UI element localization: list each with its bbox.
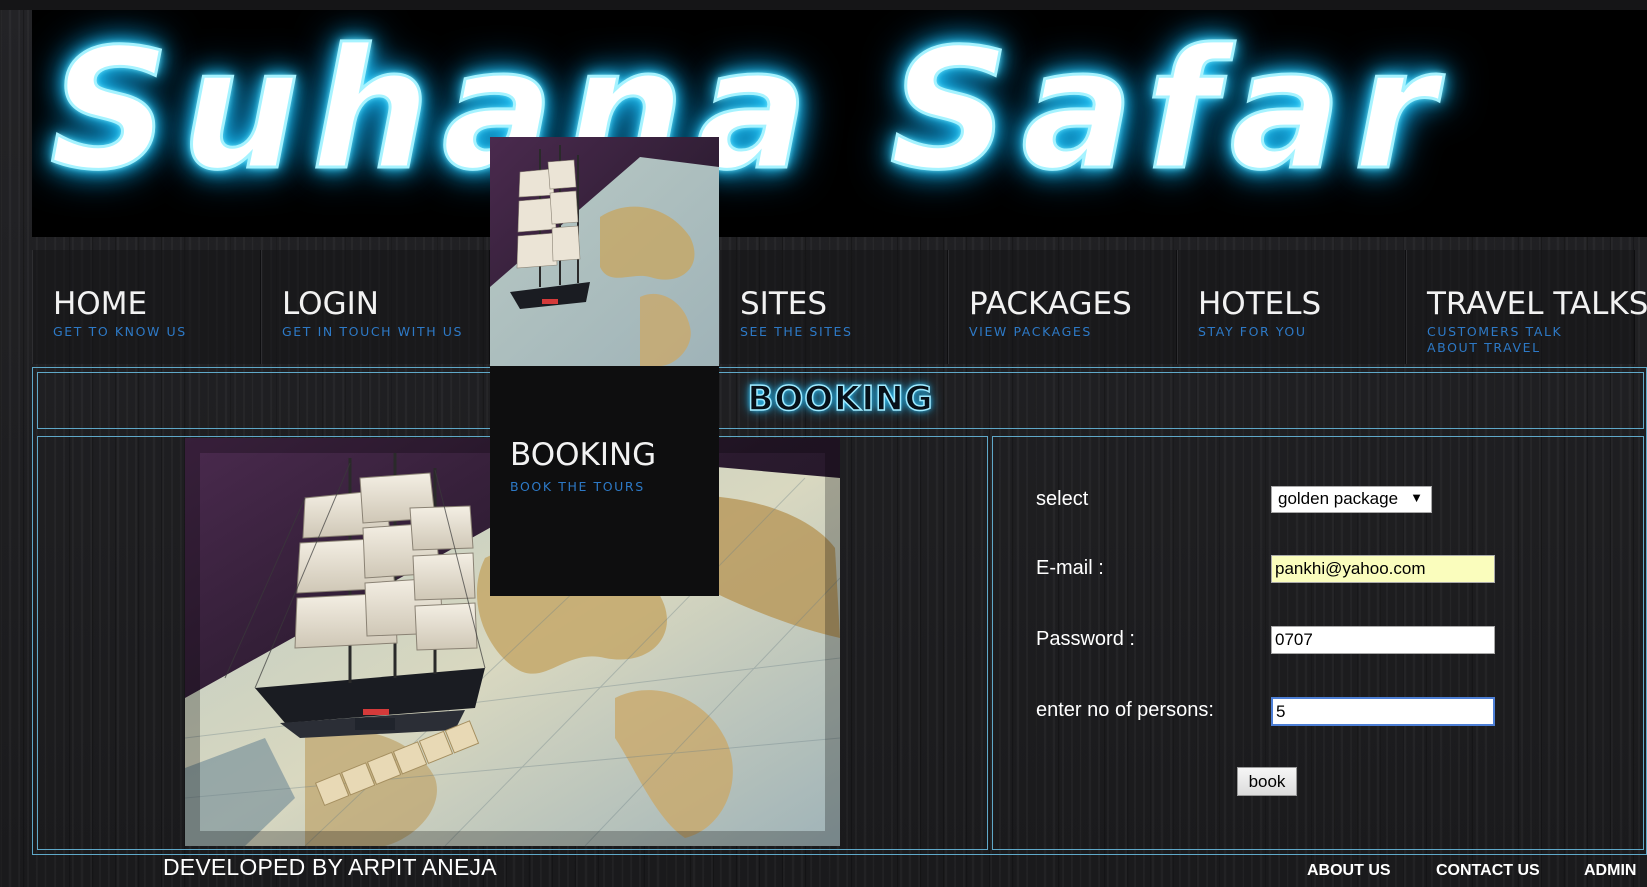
nav-item-label: PACKAGES xyxy=(969,286,1132,322)
nav-item-sublabel: VIEW PACKAGES xyxy=(969,324,1092,339)
footer-link-admin[interactable]: ADMIN xyxy=(1584,862,1636,880)
nav-item-sites[interactable]: SITES SEE THE SITES xyxy=(719,250,948,364)
nav-item-sublabel: STAY FOR YOU xyxy=(1198,324,1307,339)
nav-item-label: BOOKING xyxy=(510,437,657,473)
page-title: BOOKING xyxy=(747,378,934,420)
nav-item-label: HOTELS xyxy=(1198,286,1322,322)
nav-item-sublabel: BOOK THE TOURS xyxy=(510,479,645,494)
site-banner: Suhana Safar xyxy=(32,10,1647,237)
package-select[interactable]: golden package ▼ xyxy=(1271,486,1432,513)
select-label: select xyxy=(1036,488,1089,510)
email-label: E-mail : xyxy=(1036,557,1104,579)
nav-item-sublabel: CUSTOMERS TALK ABOUT TRAVEL xyxy=(1427,324,1563,355)
site-logo-title: Suhana Safar xyxy=(49,14,1448,207)
nav-item-sublabel: SEE THE SITES xyxy=(740,324,853,339)
booking-thumbnail xyxy=(490,137,719,366)
main-nav: HOME GET TO KNOW US LOGIN GET IN TOUCH W… xyxy=(32,250,1647,364)
nav-item-booking[interactable]: BOOKING BOOK THE TOURS xyxy=(490,137,719,596)
top-strip xyxy=(0,0,1647,10)
nav-item-label: SITES xyxy=(740,286,828,322)
nav-item-hotels[interactable]: HOTELS STAY FOR YOU xyxy=(1177,250,1406,364)
nav-item-sublabel: GET IN TOUCH WITH US xyxy=(282,324,464,339)
footer-link-about-us[interactable]: ABOUT US xyxy=(1307,862,1391,880)
package-select-value: golden package xyxy=(1278,489,1399,508)
developer-credit: DEVELOPED BY ARPIT ANEJA xyxy=(163,854,497,880)
nav-item-login[interactable]: LOGIN GET IN TOUCH WITH US xyxy=(261,250,490,364)
nav-item-travel-talks[interactable]: TRAVEL TALKS CUSTOMERS TALK ABOUT TRAVEL xyxy=(1406,250,1647,364)
persons-label: enter no of persons: xyxy=(1036,699,1214,721)
persons-field[interactable] xyxy=(1271,697,1495,726)
footer-link-contact-us[interactable]: CONTACT US xyxy=(1436,862,1540,880)
nav-item-home[interactable]: HOME GET TO KNOW US xyxy=(32,250,261,364)
dropdown-arrow-icon: ▼ xyxy=(1410,490,1423,505)
nav-item-sublabel: GET TO KNOW US xyxy=(53,324,187,339)
nav-item-packages[interactable]: PACKAGES VIEW PACKAGES xyxy=(948,250,1177,364)
book-button[interactable]: book xyxy=(1237,767,1297,796)
nav-item-label: LOGIN xyxy=(282,286,379,322)
email-field[interactable] xyxy=(1271,555,1495,583)
nav-item-label: HOME xyxy=(53,286,148,322)
page-heading-box: BOOKING xyxy=(37,372,1644,429)
password-label: Password : xyxy=(1036,628,1135,650)
nav-item-label: TRAVEL TALKS xyxy=(1427,286,1647,322)
password-field[interactable] xyxy=(1271,626,1495,654)
